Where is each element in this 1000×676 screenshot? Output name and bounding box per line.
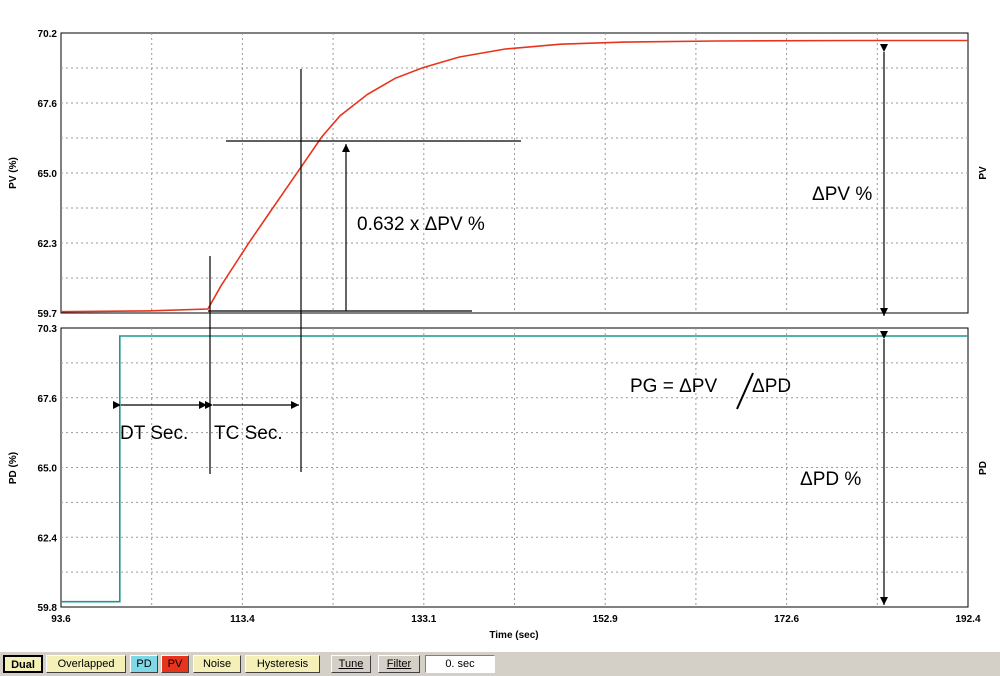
filter-button[interactable]: Filter <box>378 655 420 673</box>
pv-y-axis-label: PV (%) <box>8 157 19 189</box>
pd-toggle-button[interactable]: PD <box>130 655 158 673</box>
delta-pd-annotation: ΔPD % <box>800 469 861 490</box>
x-tick-label: 152.9 <box>593 614 618 625</box>
dt-annotation: DT Sec. <box>120 423 188 444</box>
pd-y-tick-label: 70.3 <box>38 324 58 335</box>
overlapped-button[interactable]: Overlapped <box>46 655 126 673</box>
hysteresis-button[interactable]: Hysteresis <box>245 655 320 673</box>
x-tick-label: 133.1 <box>411 614 436 625</box>
x-tick-label: 93.6 <box>51 614 71 625</box>
pv-y-tick-label: 67.6 <box>38 99 58 110</box>
tc-annotation: TC Sec. <box>214 423 283 444</box>
bottom-toolbar: Dual Overlapped PD PV Noise Hysteresis T… <box>0 651 1000 676</box>
pv-y-tick-label: 62.3 <box>38 239 58 250</box>
pd-y-tick-label: 59.8 <box>38 603 58 614</box>
noise-button[interactable]: Noise <box>193 655 241 673</box>
x-axis-label: Time (sec) <box>489 630 538 641</box>
pd-right-label: PD <box>978 461 989 475</box>
pd-y-tick-label: 62.4 <box>38 533 58 544</box>
filter-value-field[interactable]: 0. sec <box>425 655 495 673</box>
x-tick-label: 192.4 <box>955 614 980 625</box>
dual-button[interactable]: Dual <box>3 655 43 673</box>
pv-pd-chart: 70.2 67.6 65.0 62.3 59.7 PV (%) PV 70.3 67.6 6… <box>8 29 989 641</box>
pd-y-tick-label: 67.6 <box>38 394 58 405</box>
pd-y-axis-label: PD (%) <box>8 452 19 484</box>
tune-button[interactable]: Tune <box>331 655 371 673</box>
pv-632-annotation: 0.632 x ΔPV % <box>357 214 485 235</box>
pv-y-tick-labels: 70.2 67.6 65.0 62.3 59.7 <box>38 29 58 320</box>
pv-panel: 70.2 67.6 65.0 62.3 59.7 PV (%) PV <box>8 29 989 320</box>
pv-y-tick-label: 70.2 <box>38 29 58 40</box>
pg-formula-right: ΔPD <box>752 376 791 397</box>
x-tick-label: 113.4 <box>230 614 255 625</box>
pd-y-tick-label: 65.0 <box>38 464 58 475</box>
pv-y-tick-label: 59.7 <box>38 309 58 320</box>
pd-y-tick-labels: 70.3 67.6 65.0 62.4 59.8 <box>38 324 58 614</box>
pv-right-label: PV <box>978 166 989 180</box>
pg-formula-left: PG = ΔPV <box>630 376 717 397</box>
x-tick-labels: 93.6 113.4 133.1 152.9 172.6 192.4 <box>51 614 981 625</box>
pv-toggle-button[interactable]: PV <box>161 655 189 673</box>
x-tick-label: 172.6 <box>774 614 799 625</box>
pv-y-tick-label: 65.0 <box>38 169 58 180</box>
delta-pv-annotation: ΔPV % <box>812 184 872 205</box>
